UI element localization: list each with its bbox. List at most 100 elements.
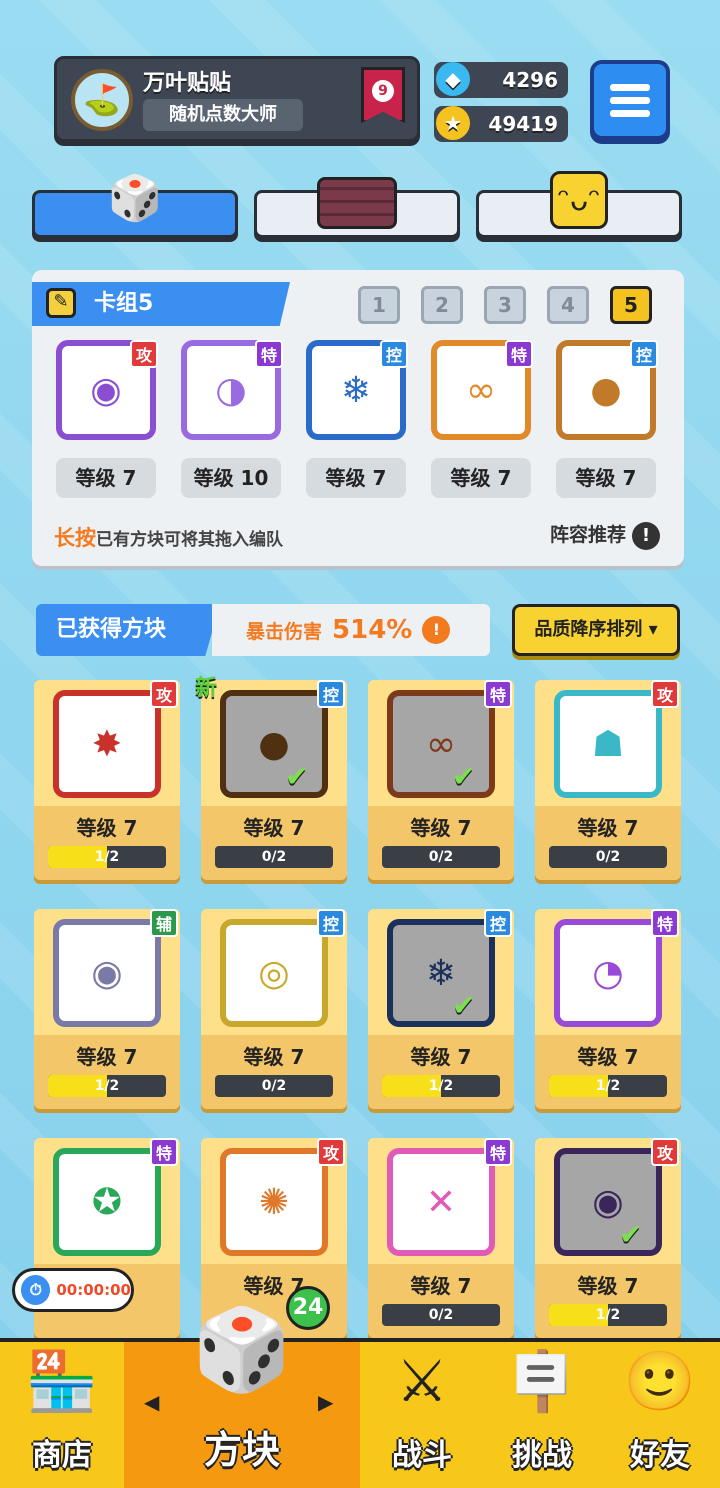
sort-dropdown[interactable]: 品质降序排列 ▾ [512,604,680,656]
card-type-tag: 攻 [150,680,178,708]
block-emblem-icon: ✪ [91,1181,123,1223]
block-level: 等级 7 [410,1045,472,1069]
lineup-recommend-button[interactable]: 阵容推荐! [550,520,660,550]
block-frame: ● [220,690,328,798]
card-type-tag: 控 [380,340,408,368]
block-card[interactable]: ✕ 特等级 7 0/2 [368,1138,514,1338]
block-card[interactable]: ◔ 特等级 7 1/2 [535,909,681,1109]
block-emblem-icon: ☗ [591,723,625,765]
upgrade-progress-bar: 1/2 [549,1075,667,1097]
shop-icon: 🏪 [25,1347,99,1415]
nav-challenge[interactable]: 🪧 挑战 [484,1342,600,1488]
timer-bubble[interactable]: ⏱ 00:00:00 [12,1268,134,1312]
smiley-icon: ᵔᴗᵔ [550,171,608,229]
card-emblem-icon: ❄ [340,369,372,411]
menu-button[interactable] [590,60,670,140]
nav-friends[interactable]: 🙂 好友 [600,1342,720,1488]
card-level: 等级 7 [56,458,156,498]
block-emblem-icon: ◉ [592,1181,624,1223]
checkmark-icon: ✔ [452,760,476,793]
block-emblem-icon: ✺ [258,1181,290,1223]
checkmark-icon: ✔ [619,1218,643,1251]
tab-dice[interactable]: 🎲 [32,173,238,238]
deck-card[interactable]: ◑ 特 [181,340,283,440]
progress-text: 0/2 [261,1078,287,1094]
nav-challenge-label: 挑战 [512,1438,572,1473]
drag-hint: 长按已有方块可将其拖入编队 [54,522,283,552]
block-card[interactable]: ◉ 辅等级 7 1/2 [34,909,180,1109]
block-level: 等级 7 [577,1274,639,1298]
block-level: 等级 7 [243,1045,305,1069]
board-icon [317,177,397,229]
block-card[interactable]: ◎ 控等级 7 0/2 [201,909,347,1109]
progress-text: 0/2 [595,849,621,865]
block-frame: ∞ [387,690,495,798]
nav-left-arrow-icon[interactable]: ◀ [144,1390,159,1414]
deck-card[interactable]: ● 控 [556,340,658,440]
upgrade-progress-bar: 1/2 [382,1075,500,1097]
crit-damage-display[interactable]: 暴击伤害 514% ! [212,604,490,656]
block-emblem-icon: ❄ [425,952,457,994]
progress-text: 0/2 [261,849,287,865]
coin-value: 49419 [488,112,558,136]
block-level: 等级 7 [577,1045,639,1069]
dice-count-badge: 24 [286,1286,330,1330]
coin-counter: ★ 49419 [434,106,568,142]
nav-shop[interactable]: 🏪 商店 [0,1342,124,1488]
card-type-tag: 攻 [130,340,158,368]
edit-pencil-icon[interactable]: ✎ [46,288,76,318]
block-level: 等级 7 [76,1045,138,1069]
upgrade-progress-bar: 0/2 [382,1304,500,1326]
block-frame: ✕ [387,1148,495,1256]
block-level: 等级 7 [410,816,472,840]
avatar[interactable]: ⛳ [71,69,133,131]
block-frame: ◉ [554,1148,662,1256]
deck-panel: 卡组5 ✎ 12345 ◉ 攻等级 7 ◑ 特等级 10 ❄ 控等级 7 ∞ 特等级 7 ● 控等… [32,270,684,566]
progress-text: 0/2 [428,849,454,865]
block-frame: ◔ [554,919,662,1027]
block-emblem-icon: ∞ [426,723,456,765]
block-frame: ✸ [53,690,161,798]
block-card[interactable]: ☗ 攻等级 7 0/2 [535,680,681,880]
block-card[interactable]: ✸ 攻等级 7 1/2 [34,680,180,880]
tab-emote[interactable]: ᵔᴗᵔ [476,171,682,238]
nav-battle[interactable]: ⚔ 战斗 [360,1342,484,1488]
nav-dice[interactable]: 🎲 方块 [124,1303,360,1488]
crit-info-icon[interactable]: ! [422,616,451,644]
dice-icon: 🎲 [107,173,163,224]
deck-card[interactable]: ∞ 特 [431,340,533,440]
upgrade-progress-bar: 0/2 [549,846,667,868]
block-card[interactable]: ◉ 攻 ✔ 等级 7 1/2 [535,1138,681,1338]
tab-board[interactable] [254,177,460,238]
nav-right-arrow-icon[interactable]: ▶ [318,1390,333,1414]
deck-number-2[interactable]: 2 [421,286,463,324]
block-card[interactable]: ❄ 控 ✔ 等级 7 1/2 [368,909,514,1109]
sort-label: 品质降序排列 [534,619,643,640]
card-level: 等级 7 [556,458,656,498]
deck-card[interactable]: ◉ 攻 [56,340,158,440]
block-level: 等级 7 [243,816,305,840]
block-emblem-icon: ● [258,723,290,765]
crit-label: 暴击伤害 [246,620,323,643]
upgrade-progress-bar: 1/2 [48,1075,166,1097]
deck-number-5[interactable]: 5 [610,286,652,324]
deck-card[interactable]: ❄ 控 [306,340,408,440]
stopwatch-icon: ⏱ [21,1275,51,1305]
deck-number-4[interactable]: 4 [547,286,589,324]
profile-panel[interactable]: ⛳ 万叶贴贴 随机点数大师 9 [54,56,420,142]
checkmark-icon: ✔ [285,760,309,793]
challenge-icon: 🪧 [505,1347,579,1415]
deck-number-3[interactable]: 3 [484,286,526,324]
card-type-tag: 控 [484,909,512,937]
block-card[interactable]: ∞ 特 ✔ 等级 7 0/2 [368,680,514,880]
card-level: 等级 7 [306,458,406,498]
block-card[interactable]: ● 控 新 ✔ 等级 7 0/2 [195,676,347,880]
block-frame: ✪ [53,1148,161,1256]
card-type-tag: 辅 [150,909,178,937]
new-label: 新 [195,676,218,701]
rank-ribbon: 9 [361,67,405,123]
card-emblem-icon: ◉ [90,369,122,411]
deck-number-1[interactable]: 1 [358,286,400,324]
gem-counter: ◆ 4296 [434,62,568,98]
battle-icon: ⚔ [396,1347,448,1415]
